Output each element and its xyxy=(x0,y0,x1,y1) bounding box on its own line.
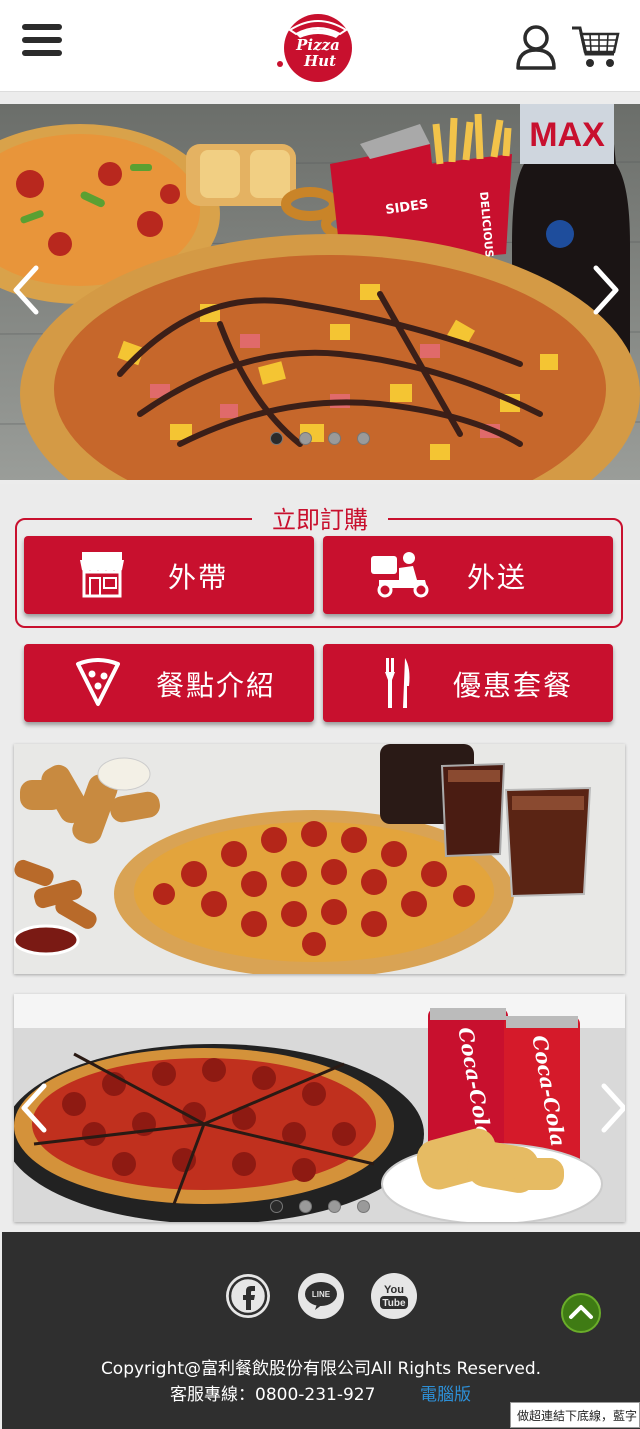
shopping-cart-icon[interactable] xyxy=(570,24,620,70)
menu-button[interactable]: 餐點介紹 xyxy=(24,644,314,722)
hero-pizza-image: SIDES INSIDE DELICIOUS MAX xyxy=(0,104,640,480)
order-title: 立即訂購 xyxy=(0,500,640,535)
hero-carousel-dots xyxy=(270,432,370,445)
takeaway-label: 外帶 xyxy=(168,561,229,594)
hero-prev-arrow-icon[interactable] xyxy=(6,260,46,320)
site-header: Pizza Hut xyxy=(0,0,640,92)
hero-dot-4[interactable] xyxy=(357,432,370,445)
promo-carousel-dots xyxy=(270,1200,370,1213)
site-footer: LINE You Tube Copyright@富利餐飲股份有限公司All Ri… xyxy=(2,1232,640,1429)
promo-banner-pepperoni[interactable] xyxy=(14,744,625,974)
menu-label: 餐點介紹 xyxy=(156,669,277,702)
chevron-up-icon xyxy=(569,1305,593,1319)
service-hotline: 客服專線：0800-231-927 xyxy=(170,1385,376,1405)
promo-coke-image: Coca-Cola Coca-Cola xyxy=(14,994,625,1222)
logo-text-hut: Hut xyxy=(303,52,336,70)
hero-carousel[interactable]: SIDES INSIDE DELICIOUS MAX xyxy=(0,104,640,480)
promo-next-arrow-icon[interactable] xyxy=(594,1078,625,1138)
deals-button[interactable]: 優惠套餐 xyxy=(323,644,613,722)
user-icon[interactable] xyxy=(514,24,558,70)
fork-knife-icon xyxy=(385,658,410,708)
promo-dot-1[interactable] xyxy=(270,1200,283,1213)
promo-dot-2[interactable] xyxy=(299,1200,312,1213)
delivery-label: 外送 xyxy=(467,561,528,594)
promo-pepperoni-image xyxy=(14,744,625,974)
facebook-icon[interactable] xyxy=(224,1272,272,1320)
pizza-hut-logo[interactable]: Pizza Hut xyxy=(274,8,360,84)
annotation-tooltip: 做超連結下底線，藍字 xyxy=(510,1402,640,1428)
delivery-scooter-icon xyxy=(371,552,429,598)
desktop-version-link[interactable]: 電腦版 xyxy=(420,1380,471,1405)
order-section: 立即訂購 外帶 外送 餐點介紹 優惠套餐 xyxy=(0,484,640,740)
scroll-to-top-button[interactable] xyxy=(561,1293,601,1333)
store-icon xyxy=(80,552,124,598)
hamburger-menu-icon[interactable] xyxy=(22,24,62,62)
youtube-icon[interactable]: You Tube xyxy=(370,1272,418,1320)
pizza-slice-icon xyxy=(76,658,120,706)
copyright-text: Copyright@富利餐飲股份有限公司All Rights Reserved. xyxy=(100,1359,542,1379)
promo-prev-arrow-icon[interactable] xyxy=(14,1078,54,1138)
hero-dot-1[interactable] xyxy=(270,432,283,445)
youtube-text-you: You xyxy=(384,1284,404,1296)
hero-dot-3[interactable] xyxy=(328,432,341,445)
deals-label: 優惠套餐 xyxy=(453,669,574,702)
hero-dot-2[interactable] xyxy=(299,432,312,445)
takeaway-button[interactable]: 外帶 xyxy=(24,536,314,614)
drink-label: MAX xyxy=(529,116,605,154)
promo-dot-3[interactable] xyxy=(328,1200,341,1213)
youtube-text-tube: Tube xyxy=(382,1298,406,1309)
delivery-button[interactable]: 外送 xyxy=(323,536,613,614)
promo-carousel-coke[interactable]: Coca-Cola Coca-Cola xyxy=(14,994,625,1222)
line-icon[interactable]: LINE xyxy=(297,1272,345,1320)
hero-next-arrow-icon[interactable] xyxy=(586,260,626,320)
line-icon-text: LINE xyxy=(312,1290,331,1299)
promo-dot-4[interactable] xyxy=(357,1200,370,1213)
